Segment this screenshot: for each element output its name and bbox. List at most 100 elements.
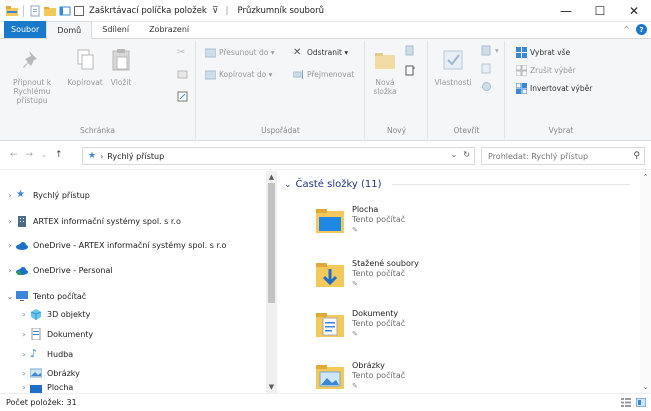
- copy-button[interactable]: Kopírovat: [64, 47, 106, 87]
- folder-tile[interactable]: Plocha Tento počítač ✎: [314, 205, 405, 237]
- nav-item-label: OneDrive - Personal: [33, 265, 113, 275]
- cut-button[interactable]: ✂: [177, 47, 188, 58]
- properties-qat-icon[interactable]: [29, 5, 41, 17]
- copy-path-button[interactable]: [177, 69, 188, 80]
- paste-shortcut-icon: [177, 91, 188, 102]
- edit-button[interactable]: [481, 63, 492, 74]
- expand-chevron-icon[interactable]: ›: [18, 350, 30, 359]
- recent-locations-chevron-icon[interactable]: ⌄: [41, 150, 47, 161]
- nav-item-quick-access[interactable]: › ★ Rychlý přístup: [4, 187, 89, 203]
- pin-icon: [23, 51, 37, 68]
- properties-button[interactable]: Vlastnosti: [433, 47, 473, 87]
- folder-tile[interactable]: Obrázky Tento počítač ✎: [314, 361, 405, 393]
- frequent-folders-title: Časté složky (11): [295, 179, 382, 190]
- nav-item-label: Dokumenty: [47, 329, 94, 339]
- select-all-button[interactable]: Vybrat vše: [516, 47, 570, 58]
- new-item-button[interactable]: [404, 45, 415, 56]
- nav-item-documents[interactable]: › Dokumenty: [18, 326, 93, 342]
- paste-shortcut-button[interactable]: [177, 91, 188, 102]
- group-collapse-chevron-icon[interactable]: ⌄: [284, 180, 292, 190]
- nav-item-pictures[interactable]: › Obrázky: [18, 365, 80, 381]
- search-input[interactable]: Prohledat: Rychlý přístup ⚲: [481, 147, 645, 165]
- expand-chevron-icon[interactable]: ›: [18, 369, 30, 378]
- address-bar[interactable]: ★ › Rychlý přístup ⌄ ↻: [82, 147, 475, 165]
- open-button[interactable]: ▾: [481, 45, 499, 56]
- expand-chevron-icon[interactable]: ›: [18, 383, 30, 392]
- scissors-icon: ✂: [177, 47, 186, 58]
- navigation-pane[interactable]: › ★ Rychlý přístup › ARTEX informační sy…: [0, 171, 277, 393]
- content-scrollbar[interactable]: ⌃ ⌄: [640, 171, 651, 393]
- back-arrow-icon[interactable]: ←: [10, 150, 18, 161]
- nav-pane-scroll-thumb[interactable]: [268, 183, 275, 303]
- clipboard-group: Připnout k Rychlému přístupu Kopírovat V…: [0, 41, 196, 139]
- move-to-button[interactable]: Přesunout do ▾: [204, 47, 275, 58]
- search-icon[interactable]: ⚲: [633, 151, 640, 161]
- view-qat-icon[interactable]: [59, 5, 71, 17]
- expand-chevron-icon[interactable]: ›: [4, 217, 16, 226]
- folder-name: Dokumenty: [352, 309, 399, 318]
- nav-item-music[interactable]: › ♪ Hudba: [18, 346, 73, 362]
- item-checkboxes-toggle[interactable]: [74, 5, 84, 16]
- forward-arrow-icon[interactable]: →: [26, 150, 34, 161]
- expand-chevron-icon[interactable]: ›: [18, 310, 30, 319]
- ribbon-collapse-chevron-icon[interactable]: ^: [623, 25, 630, 34]
- delete-button[interactable]: ✕ Odstranit ▾: [293, 47, 348, 58]
- close-button[interactable]: ✕: [617, 0, 651, 22]
- folder-tile[interactable]: Stažené soubory Tento počítač ✎: [314, 259, 419, 291]
- nav-pane-scrollbar[interactable]: ▲ ▼: [266, 171, 277, 393]
- select-none-button[interactable]: Zrušit výběr: [515, 64, 576, 77]
- tab-file[interactable]: Soubor: [4, 21, 47, 38]
- details-view-icon[interactable]: [621, 398, 631, 407]
- pin-quick-access-button[interactable]: Připnout k Rychlému přístupu: [4, 47, 60, 105]
- expand-chevron-icon[interactable]: ›: [4, 191, 16, 200]
- expand-chevron-icon[interactable]: ›: [4, 266, 16, 275]
- history-button[interactable]: [481, 81, 492, 92]
- minimize-button[interactable]: —: [549, 0, 583, 22]
- cloud-icon: [16, 239, 28, 251]
- scroll-down-arrow-icon[interactable]: ▼: [266, 383, 277, 391]
- new-folder-qat-icon[interactable]: [44, 5, 56, 17]
- refresh-icon[interactable]: ↻: [463, 150, 470, 159]
- collapse-chevron-icon[interactable]: ⌄: [4, 292, 16, 301]
- scroll-down-arrow-icon[interactable]: ⌄: [640, 383, 651, 391]
- properties-check-icon: [443, 50, 463, 70]
- nav-item-onedrive-personal[interactable]: › OneDrive - Personal: [4, 262, 113, 278]
- up-arrow-icon[interactable]: ↑: [55, 150, 63, 161]
- nav-item-3d-objects[interactable]: › 3D objekty: [18, 306, 90, 322]
- search-placeholder: Prohledat: Rychlý přístup: [488, 151, 589, 161]
- move-to-icon: [204, 47, 217, 58]
- maximize-button[interactable]: ☐: [583, 0, 617, 22]
- scroll-up-arrow-icon[interactable]: ⌃: [640, 173, 651, 181]
- nav-item-desktop[interactable]: › Plocha: [18, 383, 73, 393]
- breadcrumb-quick-access[interactable]: Rychlý přístup: [107, 152, 164, 161]
- tab-share[interactable]: Sdílení: [92, 21, 139, 38]
- easy-access-button[interactable]: [404, 65, 415, 76]
- new-folder-button[interactable]: Nová složka: [368, 47, 402, 96]
- folder-location: Tento počítač: [352, 371, 406, 380]
- expand-chevron-icon[interactable]: ›: [18, 330, 30, 339]
- nav-item-artex[interactable]: › ARTEX informační systémy spol. s r.o: [4, 213, 181, 229]
- copy-to-button[interactable]: Kopírovat do ▾: [204, 69, 272, 80]
- delete-label: Odstranit ▾: [307, 48, 349, 57]
- qat-customize-chevron-icon[interactable]: ⊽: [212, 6, 219, 16]
- quick-access-toolbar: Zaškrtávací políčka položek ⊽ | Průzkumn…: [0, 0, 324, 22]
- paste-button[interactable]: Vložit: [104, 47, 138, 87]
- frequent-folders-header[interactable]: ⌄ Časté složky (11): [284, 179, 630, 190]
- invert-selection-button[interactable]: Invertovat výběr: [515, 82, 592, 95]
- help-icon[interactable]: ?: [636, 24, 647, 35]
- folder-app-icon[interactable]: [6, 5, 18, 17]
- folder-location: Tento počítač: [352, 319, 406, 328]
- content-pane[interactable]: ⌄ Časté složky (11) Plocha Tento počítač…: [278, 171, 651, 393]
- folder-tile[interactable]: Dokumenty Tento počítač ✎: [314, 309, 405, 341]
- tab-view[interactable]: Zobrazení: [139, 21, 199, 38]
- expand-chevron-icon[interactable]: ›: [4, 241, 16, 250]
- address-dropdown-chevron-icon[interactable]: ⌄: [451, 150, 458, 159]
- pictures-folder-icon: [314, 361, 346, 393]
- nav-item-this-pc[interactable]: ⌄ Tento počítač: [4, 288, 86, 304]
- nav-item-onedrive-artex[interactable]: › OneDrive - ARTEX informační systémy sp…: [4, 237, 226, 253]
- tiles-view-icon[interactable]: [635, 397, 647, 408]
- tab-home[interactable]: Domů: [46, 21, 93, 39]
- address-bar-row: ← → ⌄ ↑ ★ › Rychlý přístup ⌄ ↻ Prohledat…: [0, 142, 651, 170]
- rename-button[interactable]: Přejmenovat: [292, 69, 354, 80]
- scroll-up-arrow-icon[interactable]: ▲: [266, 173, 277, 181]
